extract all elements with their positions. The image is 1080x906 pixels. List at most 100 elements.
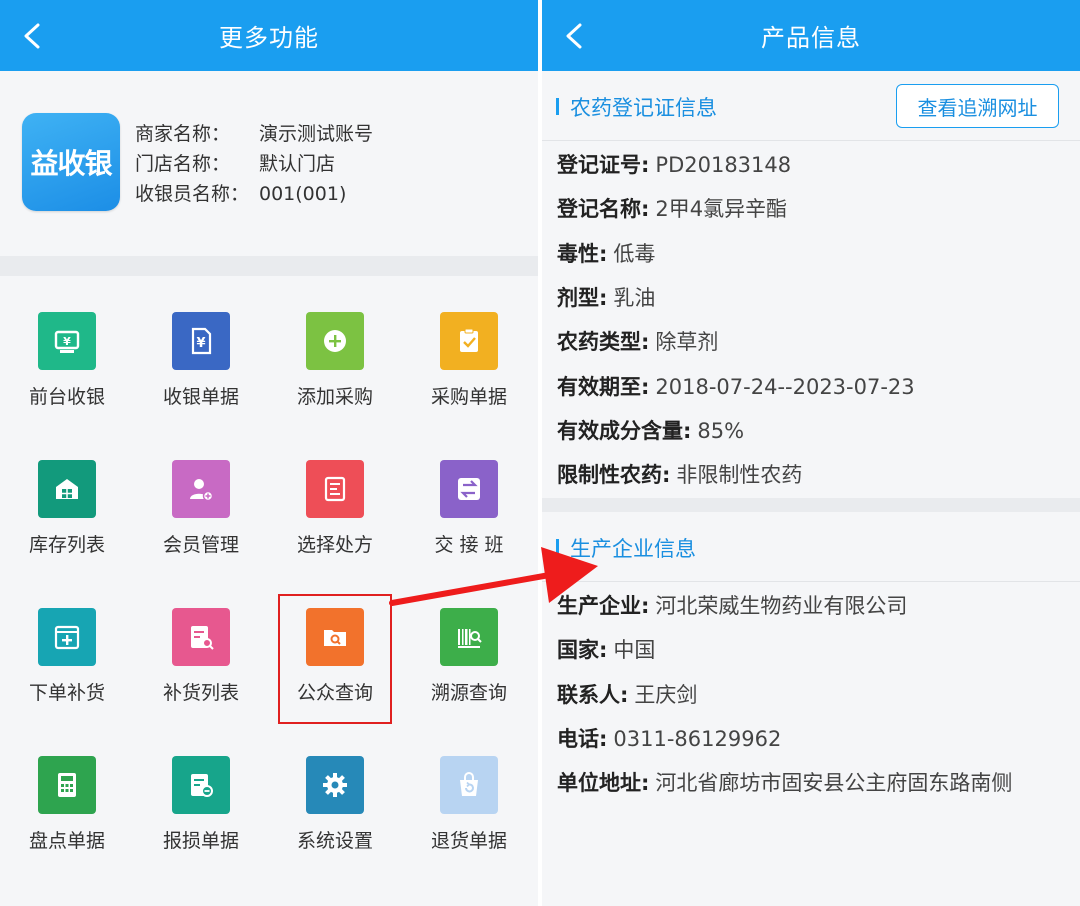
section-header-registration: 农药登记证信息 查看追溯网址 (542, 71, 1080, 141)
product-info-screen: 产品信息 农药登记证信息 查看追溯网址 登记证号: PD20183148 登记名称… (542, 0, 1080, 906)
logo-text: 益收银 (30, 147, 112, 180)
toxicity-row: 毒性: 低毒 (557, 232, 655, 276)
grid-item-loss-receipts[interactable]: 报损单据 (134, 720, 268, 868)
svg-text:¥: ¥ (196, 336, 205, 351)
prescription-icon (306, 460, 364, 518)
screenshot-stage: 更多功能 益收银 商家名称： 演示测试账号 门店名称： 默认门店 收银员名称： 001… (0, 0, 1080, 906)
section-accent-bar (556, 98, 559, 115)
top-bar-right: 产品信息 (542, 0, 1080, 71)
grid-item-front-cashier[interactable]: ¥ 前台收银 (0, 276, 134, 424)
merchant-name-value: 演示测试账号 (259, 123, 374, 145)
section-separator (0, 256, 538, 276)
grid-item-label: 补货列表 (162, 682, 239, 704)
field-value: 乳油 (613, 286, 656, 310)
grid-item-label: 库存列表 (28, 534, 105, 556)
page-title-left: 更多功能 (219, 24, 319, 52)
merchant-name-label: 商家名称： (135, 123, 231, 145)
grid-item-label: 退货单据 (430, 830, 507, 852)
back-button-right[interactable] (562, 22, 588, 50)
loss-report-icon (172, 756, 230, 814)
contact-row: 联系人: 王庆剑 (557, 673, 697, 717)
grid-item-shift-handover[interactable]: 交 接 班 (402, 424, 536, 572)
field-label: 单位地址: (557, 771, 650, 795)
registration-name-row: 登记名称: 2甲4氯异辛酯 (557, 187, 787, 231)
field-value: 低毒 (613, 242, 656, 266)
function-grid: ¥ 前台收银 ¥ 收银单据 添加采购 采购单据 库存列表 会员管理 选择处方 交… (0, 276, 538, 906)
merchant-info-card: 益收银 商家名称： 演示测试账号 门店名称： 默认门店 收银员名称： 001(001) (0, 71, 538, 256)
field-label: 登记名称: (557, 197, 650, 221)
field-value: 0311-86129962 (613, 727, 782, 751)
grid-item-stocktake-receipts[interactable]: 盘点单据 (0, 720, 134, 868)
grid-item-label: 下单补货 (28, 682, 105, 704)
cashier-name-row: 收银员名称： 001(001) (135, 179, 373, 209)
return-bag-icon (440, 756, 498, 814)
swap-icon (440, 460, 498, 518)
grid-item-label: 采购单据 (430, 386, 507, 408)
field-value: 除草剂 (655, 330, 719, 354)
plus-circle-icon (306, 312, 364, 370)
section-title-manufacturer: 生产企业信息 (570, 537, 696, 561)
gear-icon (306, 756, 364, 814)
grid-item-trace-query[interactable]: 溯源查询 (402, 572, 536, 720)
field-label: 电话: (557, 727, 608, 751)
calculator-icon (38, 756, 96, 814)
field-label: 限制性农药: (557, 463, 671, 487)
restock-icon (38, 608, 96, 666)
section-separator-right (542, 498, 1080, 512)
grid-item-restock-list[interactable]: 补货列表 (134, 572, 268, 720)
field-value: 中国 (613, 638, 656, 662)
section-accent-bar (556, 539, 559, 556)
back-button-left[interactable] (20, 22, 46, 50)
cashier-name-value: 001(001) (259, 183, 347, 205)
grid-item-label: 交 接 班 (434, 534, 504, 556)
field-value: 2018-07-24--2023-07-23 (655, 375, 915, 399)
field-label: 有效成分含量: (557, 419, 692, 443)
field-label: 联系人: (557, 683, 629, 707)
grid-item-add-purchase[interactable]: 添加采购 (268, 276, 402, 424)
merchant-name-row: 商家名称： 演示测试账号 (135, 119, 373, 149)
grid-item-cashier-receipts[interactable]: ¥ 收银单据 (134, 276, 268, 424)
grid-item-member-management[interactable]: 会员管理 (134, 424, 268, 572)
grid-item-label: 会员管理 (162, 534, 239, 556)
validity-row: 有效期至: 2018-07-24--2023-07-23 (557, 365, 915, 409)
grid-item-system-settings[interactable]: 系统设置 (268, 720, 402, 868)
clipboard-check-icon (440, 312, 498, 370)
field-value: 85% (697, 419, 745, 443)
active-ingredient-row: 有效成分含量: 85% (557, 409, 744, 453)
field-label: 毒性: (557, 242, 608, 266)
grid-item-inventory-list[interactable]: 库存列表 (0, 424, 134, 572)
highlight-box-public-query (278, 594, 392, 724)
grid-item-label: 前台收银 (28, 386, 105, 408)
store-name-row: 门店名称： 默认门店 (135, 149, 373, 179)
view-trace-url-button[interactable]: 查看追溯网址 (896, 84, 1059, 128)
grid-item-label: 盘点单据 (28, 830, 105, 852)
field-label: 生产企业: (557, 594, 650, 618)
pesticide-type-row: 农药类型: 除草剂 (557, 320, 718, 364)
grid-item-order-restock[interactable]: 下单补货 (0, 572, 134, 720)
field-value: 河北荣威生物药业有限公司 (655, 594, 908, 618)
field-value: 河北省廊坊市固安县公主府固东路南侧 (655, 771, 1013, 795)
field-value: 王庆剑 (634, 683, 698, 707)
page-title-right: 产品信息 (761, 24, 861, 52)
chevron-left-icon (24, 23, 40, 49)
top-bar-left: 更多功能 (0, 0, 538, 71)
phone-row: 电话: 0311-86129962 (557, 717, 781, 761)
grid-item-return-receipts[interactable]: 退货单据 (402, 720, 536, 868)
yen-receipt-icon: ¥ (172, 312, 230, 370)
section-title-registration: 农药登记证信息 (570, 96, 717, 120)
field-label: 登记证号: (557, 153, 650, 177)
list-search-icon (172, 608, 230, 666)
grid-item-label: 系统设置 (296, 830, 373, 852)
store-name-label: 门店名称： (135, 153, 231, 175)
store-name-value: 默认门店 (259, 153, 336, 175)
field-value: 非限制性农药 (676, 463, 803, 487)
manufacturer-row: 生产企业: 河北荣威生物药业有限公司 (557, 584, 907, 628)
grid-item-purchase-receipts[interactable]: 采购单据 (402, 276, 536, 424)
chevron-left-icon (566, 23, 582, 49)
grid-item-select-prescription[interactable]: 选择处方 (268, 424, 402, 572)
country-row: 国家: 中国 (557, 628, 655, 672)
field-label: 国家: (557, 638, 608, 662)
cashier-icon: ¥ (38, 312, 96, 370)
field-label: 剂型: (557, 286, 608, 310)
grid-item-label: 添加采购 (296, 386, 373, 408)
